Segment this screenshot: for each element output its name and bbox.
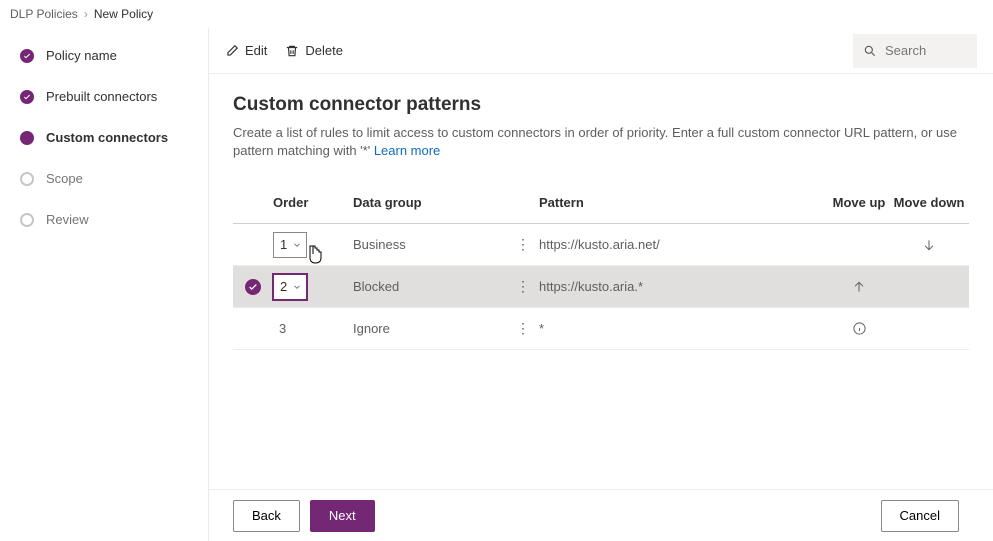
breadcrumb-current: New Policy — [94, 7, 153, 21]
learn-more-link[interactable]: Learn more — [374, 143, 440, 158]
move-down-button[interactable] — [889, 224, 969, 265]
col-move-down[interactable]: Move down — [889, 195, 969, 210]
move-up-button — [829, 224, 889, 265]
row-select-checkbox[interactable] — [245, 279, 261, 295]
wizard-step-2[interactable]: Custom connectors — [20, 130, 208, 145]
edit-icon — [225, 44, 239, 58]
search-icon — [863, 44, 877, 58]
row-more-menu[interactable]: ⋮ — [513, 236, 533, 253]
step-bullet-icon — [20, 90, 34, 104]
page-title: Custom connector patterns — [233, 94, 969, 116]
wizard-step-0[interactable]: Policy name — [20, 48, 208, 63]
back-button[interactable]: Back — [233, 500, 300, 532]
cell-pattern: * — [539, 321, 829, 336]
delete-button[interactable]: Delete — [285, 43, 343, 58]
toolbar: Edit Delete — [209, 28, 993, 74]
step-bullet-icon — [20, 213, 34, 227]
move-up-button[interactable] — [829, 266, 889, 307]
cell-pattern: https://kusto.aria.* — [539, 279, 829, 294]
wizard-footer: Back Next Cancel — [209, 489, 993, 541]
cell-pattern: https://kusto.aria.net/ — [539, 237, 829, 252]
arrow-down-icon — [921, 237, 937, 253]
step-label: Scope — [46, 171, 83, 186]
row-more-menu[interactable]: ⋮ — [513, 278, 533, 295]
search-input-wrapper[interactable] — [853, 34, 977, 68]
edit-button[interactable]: Edit — [225, 43, 267, 58]
order-select[interactable]: 1 — [273, 232, 307, 258]
move-down-button — [889, 308, 969, 349]
chevron-down-icon — [292, 240, 302, 250]
step-label: Custom connectors — [46, 130, 168, 145]
next-button[interactable]: Next — [310, 500, 375, 532]
order-value: 3 — [273, 321, 286, 336]
step-bullet-icon — [20, 131, 34, 145]
cell-data-group: Ignore — [353, 321, 513, 336]
delete-label: Delete — [305, 43, 343, 58]
col-pattern[interactable]: Pattern — [539, 195, 829, 210]
edit-label: Edit — [245, 43, 267, 58]
breadcrumb-separator: › — [84, 7, 88, 21]
cell-data-group: Blocked — [353, 279, 513, 294]
order-select[interactable]: 2 — [273, 274, 307, 300]
table-row[interactable]: 2 Blocked⋮ https://kusto.aria.* — [233, 266, 969, 308]
table-row[interactable]: 1 Business⋮ https://kusto.aria.net/ — [233, 224, 969, 266]
wizard-step-1[interactable]: Prebuilt connectors — [20, 89, 208, 104]
table-row[interactable]: 3 Ignore⋮ * — [233, 308, 969, 350]
search-input[interactable] — [885, 43, 965, 58]
order-value: 1 — [280, 237, 287, 252]
row-select-checkbox[interactable] — [245, 237, 261, 253]
info-icon[interactable] — [852, 321, 867, 336]
step-label: Prebuilt connectors — [46, 89, 157, 104]
step-bullet-icon — [20, 49, 34, 63]
step-label: Review — [46, 212, 89, 227]
arrow-up-icon — [851, 279, 867, 295]
table-header: Order Data group Pattern Move up Move do… — [233, 182, 969, 224]
breadcrumb-parent[interactable]: DLP Policies — [10, 7, 78, 21]
wizard-step-4[interactable]: Review — [20, 212, 208, 227]
col-order[interactable]: Order — [273, 195, 353, 210]
wizard-steps: Policy name Prebuilt connectors Custom c… — [0, 28, 208, 541]
breadcrumb: DLP Policies › New Policy — [0, 0, 993, 28]
col-data-group[interactable]: Data group — [353, 195, 513, 210]
step-bullet-icon — [20, 172, 34, 186]
chevron-down-icon — [292, 282, 302, 292]
row-more-menu[interactable]: ⋮ — [513, 320, 533, 337]
order-value: 2 — [280, 279, 287, 294]
delete-icon — [285, 44, 299, 58]
col-move-up[interactable]: Move up — [829, 195, 889, 210]
page-description-text: Create a list of rules to limit access t… — [233, 125, 957, 158]
move-up-button — [829, 308, 889, 349]
move-down-button — [889, 266, 969, 307]
step-label: Policy name — [46, 48, 117, 63]
row-select-checkbox[interactable] — [245, 321, 261, 337]
page-description: Create a list of rules to limit access t… — [233, 124, 969, 160]
wizard-step-3[interactable]: Scope — [20, 171, 208, 186]
cancel-button[interactable]: Cancel — [881, 500, 959, 532]
cell-data-group: Business — [353, 237, 513, 252]
